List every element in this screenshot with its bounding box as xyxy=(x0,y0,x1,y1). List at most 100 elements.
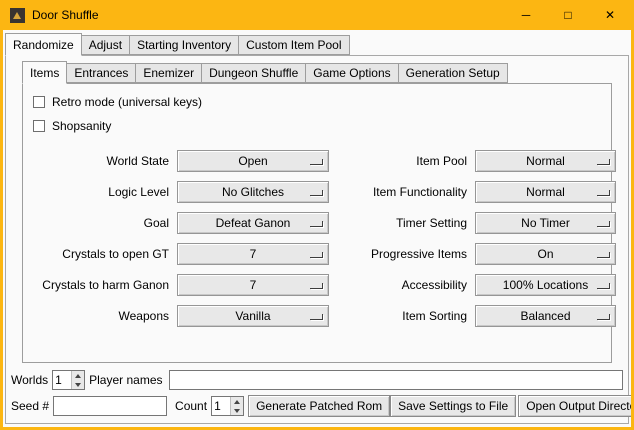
field-label: Accessibility xyxy=(339,278,467,292)
outer-tabbar: Randomize Adjust Starting Inventory Cust… xyxy=(5,33,631,55)
checkbox-label: Shopsanity xyxy=(52,119,111,133)
tab-adjust[interactable]: Adjust xyxy=(81,35,130,55)
worlds-row: Worlds Player names xyxy=(11,369,623,391)
dropdown-indicator-icon xyxy=(597,283,610,289)
crystals-harm-ganon-dropdown[interactable]: 7 xyxy=(177,274,329,296)
checkbox-icon xyxy=(33,120,45,132)
worlds-input[interactable] xyxy=(53,371,71,389)
player-names-label: Player names xyxy=(89,373,162,387)
goal-dropdown[interactable]: Defeat Ganon xyxy=(177,212,329,234)
app-icon xyxy=(10,8,25,23)
crystals-open-gt-dropdown[interactable]: 7 xyxy=(177,243,329,265)
worlds-spinbox xyxy=(52,370,85,390)
field-label: Progressive Items xyxy=(339,247,467,261)
field-label: Crystals to open GT xyxy=(33,247,169,261)
count-label: Count xyxy=(175,399,207,413)
window-title: Door Shuffle xyxy=(32,8,505,22)
form-column-left: World State Open Logic Level No Glitches xyxy=(33,150,329,336)
field-label: Weapons xyxy=(33,309,169,323)
randomize-panel: Items Entrances Enemizer Dungeon Shuffle… xyxy=(5,55,629,424)
seed-label: Seed # xyxy=(11,399,49,413)
dropdown-indicator-icon xyxy=(310,221,323,227)
form-row: Crystals to harm Ganon 7 xyxy=(33,274,329,296)
checkbox-retro-mode[interactable]: Retro mode (universal keys) xyxy=(33,90,611,114)
field-label: World State xyxy=(33,154,169,168)
checkbox-shopsanity[interactable]: Shopsanity xyxy=(33,114,611,138)
item-pool-dropdown[interactable]: Normal xyxy=(475,150,616,172)
inner-tabbar: Items Entrances Enemizer Dungeon Shuffle… xyxy=(22,61,628,83)
spin-up-icon[interactable] xyxy=(231,397,243,406)
open-output-button[interactable]: Open Output Directory xyxy=(518,395,634,417)
dropdown-indicator-icon xyxy=(310,190,323,196)
form-row: Item Functionality Normal xyxy=(339,181,616,203)
item-functionality-dropdown[interactable]: Normal xyxy=(475,181,616,203)
checkbox-label: Retro mode (universal keys) xyxy=(52,95,202,109)
player-names-input[interactable] xyxy=(169,370,624,390)
dropdown-indicator-icon xyxy=(597,159,610,165)
form-column-right: Item Pool Normal Item Functionality Norm… xyxy=(339,150,616,336)
field-label: Logic Level xyxy=(33,185,169,199)
count-input[interactable] xyxy=(212,397,230,415)
form-row: Progressive Items On xyxy=(339,243,616,265)
timer-setting-dropdown[interactable]: No Timer xyxy=(475,212,616,234)
accessibility-dropdown[interactable]: 100% Locations xyxy=(475,274,616,296)
spin-up-icon[interactable] xyxy=(72,371,84,380)
seed-input[interactable] xyxy=(53,396,167,416)
titlebar[interactable]: Door Shuffle ─ □ ✕ xyxy=(3,0,631,30)
maximize-icon: □ xyxy=(564,8,571,22)
form-row: Accessibility 100% Locations xyxy=(339,274,616,296)
dropdown-indicator-icon xyxy=(597,314,610,320)
tab-dungeon-shuffle[interactable]: Dungeon Shuffle xyxy=(201,63,306,83)
field-label: Item Functionality xyxy=(339,185,467,199)
field-label: Item Sorting xyxy=(339,309,467,323)
form-row: Goal Defeat Ganon xyxy=(33,212,329,234)
form-row: Logic Level No Glitches xyxy=(33,181,329,203)
tab-items[interactable]: Items xyxy=(22,61,67,84)
weapons-dropdown[interactable]: Vanilla xyxy=(177,305,329,327)
save-settings-button[interactable]: Save Settings to File xyxy=(390,395,516,417)
progressive-items-dropdown[interactable]: On xyxy=(475,243,616,265)
field-label: Goal xyxy=(33,216,169,230)
tab-enemizer[interactable]: Enemizer xyxy=(135,63,202,83)
tab-generation-setup[interactable]: Generation Setup xyxy=(398,63,508,83)
generate-rom-button[interactable]: Generate Patched Rom xyxy=(248,395,390,417)
field-label: Crystals to harm Ganon xyxy=(33,278,169,292)
minimize-button[interactable]: ─ xyxy=(505,0,547,30)
items-panel: Retro mode (universal keys) Shopsanity W… xyxy=(22,83,612,363)
form-row: World State Open xyxy=(33,150,329,172)
dropdown-indicator-icon xyxy=(597,190,610,196)
dropdown-indicator-icon xyxy=(310,159,323,165)
dropdown-indicator-icon xyxy=(597,252,610,258)
tab-starting-inventory[interactable]: Starting Inventory xyxy=(129,35,239,55)
close-icon: ✕ xyxy=(605,8,615,22)
door-shuffle-window: Door Shuffle ─ □ ✕ Randomize Adjust Star… xyxy=(0,0,634,430)
spinner-buttons xyxy=(71,371,84,389)
tab-game-options[interactable]: Game Options xyxy=(305,63,398,83)
spin-down-icon[interactable] xyxy=(72,380,84,389)
field-label: Timer Setting xyxy=(339,216,467,230)
dropdown-indicator-icon xyxy=(310,283,323,289)
count-spinbox xyxy=(211,396,244,416)
worlds-label: Worlds xyxy=(11,373,48,387)
world-state-dropdown[interactable]: Open xyxy=(177,150,329,172)
spinner-buttons xyxy=(230,397,243,415)
tab-randomize[interactable]: Randomize xyxy=(5,33,82,56)
form-row: Weapons Vanilla xyxy=(33,305,329,327)
dropdown-indicator-icon xyxy=(597,221,610,227)
form-row: Item Sorting Balanced xyxy=(339,305,616,327)
minimize-icon: ─ xyxy=(522,8,531,22)
form-row: Item Pool Normal xyxy=(339,150,616,172)
form-row: Crystals to open GT 7 xyxy=(33,243,329,265)
logic-level-dropdown[interactable]: No Glitches xyxy=(177,181,329,203)
maximize-button[interactable]: □ xyxy=(547,0,589,30)
seed-row: Seed # Count Generate Patched Rom Save S… xyxy=(11,395,623,417)
dropdown-indicator-icon xyxy=(310,314,323,320)
dropdown-indicator-icon xyxy=(310,252,323,258)
field-label: Item Pool xyxy=(339,154,467,168)
tab-custom-item-pool[interactable]: Custom Item Pool xyxy=(238,35,349,55)
item-sorting-dropdown[interactable]: Balanced xyxy=(475,305,616,327)
tab-entrances[interactable]: Entrances xyxy=(66,63,136,83)
spin-down-icon[interactable] xyxy=(231,406,243,415)
form-row: Timer Setting No Timer xyxy=(339,212,616,234)
close-button[interactable]: ✕ xyxy=(589,0,631,30)
